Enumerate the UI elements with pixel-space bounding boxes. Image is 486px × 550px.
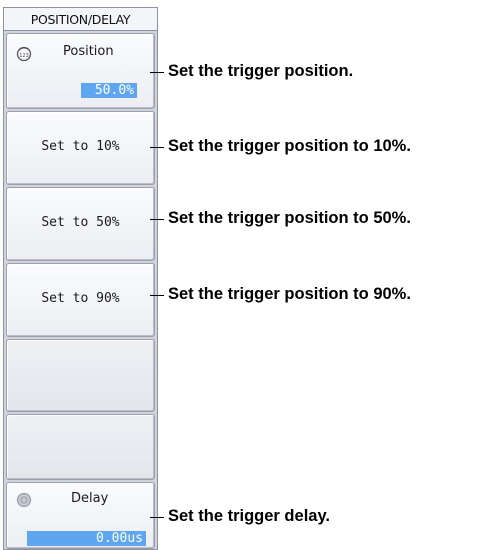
jog-dial-icon — [16, 492, 32, 508]
position-softkey[interactable]: 123 Position 50.0% — [6, 33, 155, 109]
set-50-button[interactable]: Set to 50% — [6, 187, 155, 261]
delay-softkey[interactable]: Delay 0.00us — [6, 482, 155, 549]
set-90-button[interactable]: Set to 90% — [6, 263, 155, 337]
position-label: Position — [63, 44, 114, 59]
callout-leader-delay — [150, 517, 164, 518]
jog-dial-icon: 123 — [16, 46, 32, 62]
blank-softkey-1 — [6, 339, 155, 412]
callout-leader-set90 — [150, 295, 164, 296]
delay-label: Delay — [71, 491, 109, 506]
set-90-label: Set to 90% — [41, 291, 120, 306]
callout-set50: Set the trigger position to 50%. — [168, 209, 411, 227]
set-10-label: Set to 10% — [41, 139, 120, 154]
position-delay-menu: POSITION/DELAY 123 Position 50.0% Set to… — [3, 7, 158, 550]
callout-leader-set50 — [150, 219, 164, 220]
callout-leader-set10 — [150, 147, 164, 148]
callout-set10: Set the trigger position to 10%. — [168, 137, 411, 155]
set-10-button[interactable]: Set to 10% — [6, 111, 155, 185]
callout-set90: Set the trigger position to 90%. — [168, 285, 411, 303]
blank-softkey-2 — [6, 414, 155, 480]
delay-value[interactable]: 0.00us — [27, 531, 146, 546]
position-value[interactable]: 50.0% — [81, 83, 137, 98]
callout-leader-position — [150, 72, 164, 73]
svg-text:123: 123 — [19, 53, 29, 59]
set-50-label: Set to 50% — [41, 215, 120, 230]
callout-position: Set the trigger position. — [168, 62, 354, 80]
screen: POSITION/DELAY 123 Position 50.0% Set to… — [0, 0, 486, 550]
menu-title: POSITION/DELAY — [4, 8, 157, 31]
callout-delay: Set the trigger delay. — [168, 507, 330, 525]
